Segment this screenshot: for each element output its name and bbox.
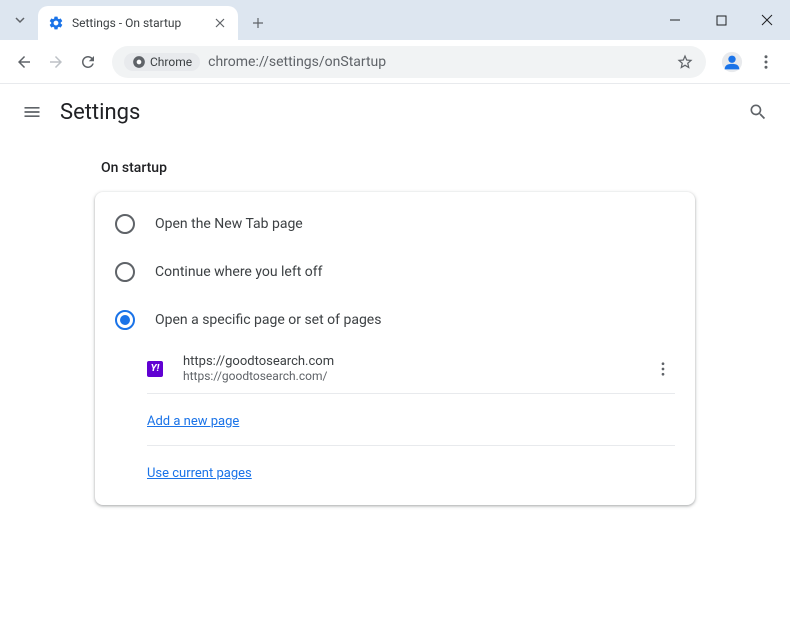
title-bar: Settings - On startup [0, 0, 790, 40]
tab-close-button[interactable] [212, 15, 228, 31]
forward-button[interactable] [40, 46, 72, 78]
reload-button[interactable] [72, 46, 104, 78]
tab-search-dropdown[interactable] [8, 8, 32, 32]
radio-checked[interactable] [115, 310, 135, 330]
option-specific-pages[interactable]: Open a specific page or set of pages [95, 296, 695, 344]
arrow-left-icon [15, 53, 33, 71]
page-title-text: https://goodtosearch.com [183, 354, 651, 369]
url-text: chrome://settings/onStartup [208, 54, 386, 70]
new-tab-button[interactable] [244, 9, 272, 37]
vertical-dots-icon [654, 360, 672, 378]
add-page-link[interactable]: Add a new page [147, 414, 239, 429]
arrow-right-icon [47, 53, 65, 71]
minimize-button[interactable] [652, 0, 698, 40]
chrome-chip: Chrome [124, 53, 200, 71]
address-bar[interactable]: Chrome chrome://settings/onStartup [112, 46, 706, 78]
radio-unchecked[interactable] [115, 214, 135, 234]
add-page-row[interactable]: Add a new page [95, 394, 695, 445]
profile-icon [721, 51, 743, 73]
radio-unchecked[interactable] [115, 262, 135, 282]
settings-container: On startup Open the New Tab page Continu… [95, 160, 695, 505]
page-url-text: https://goodtosearch.com/ [183, 369, 651, 383]
option-new-tab[interactable]: Open the New Tab page [95, 200, 695, 248]
back-button[interactable] [8, 46, 40, 78]
close-window-button[interactable] [744, 0, 790, 40]
window-controls [652, 0, 790, 40]
content-area: Settings On startup Open the New Tab pag… [0, 84, 790, 505]
hamburger-icon [22, 102, 42, 122]
browser-tab[interactable]: Settings - On startup [38, 6, 238, 40]
page-info: https://goodtosearch.com https://goodtos… [183, 354, 651, 383]
startup-page-row: Y! https://goodtosearch.com https://good… [95, 344, 695, 393]
profile-button[interactable] [718, 48, 746, 76]
search-settings-button[interactable] [746, 100, 770, 124]
chevron-down-icon [14, 14, 26, 26]
maximize-icon [716, 15, 727, 26]
startup-card: Open the New Tab page Continue where you… [95, 192, 695, 505]
minimize-icon [669, 14, 681, 26]
option-continue[interactable]: Continue where you left off [95, 248, 695, 296]
option-label: Open a specific page or set of pages [155, 312, 381, 328]
bookmark-star-icon[interactable] [676, 53, 694, 71]
plus-icon [252, 17, 264, 29]
use-current-row[interactable]: Use current pages [95, 446, 695, 497]
search-icon [748, 102, 768, 122]
option-label: Open the New Tab page [155, 216, 303, 232]
tab-title: Settings - On startup [72, 16, 212, 30]
page-more-button[interactable] [651, 357, 675, 381]
settings-gear-icon [48, 15, 64, 31]
settings-header: Settings [0, 84, 790, 140]
settings-main: On startup Open the New Tab page Continu… [0, 140, 790, 505]
hamburger-menu-button[interactable] [20, 100, 44, 124]
use-current-link[interactable]: Use current pages [147, 466, 252, 481]
page-favicon-icon: Y! [147, 361, 163, 377]
chrome-chip-text: Chrome [150, 55, 192, 69]
chrome-logo-icon [132, 55, 146, 69]
close-icon [761, 14, 773, 26]
vertical-dots-icon [757, 53, 775, 71]
close-icon [215, 18, 225, 28]
maximize-button[interactable] [698, 0, 744, 40]
chrome-menu-button[interactable] [750, 46, 782, 78]
reload-icon [79, 53, 97, 71]
section-title: On startup [95, 160, 695, 176]
browser-toolbar: Chrome chrome://settings/onStartup [0, 40, 790, 84]
page-title: Settings [60, 100, 140, 125]
option-label: Continue where you left off [155, 264, 323, 280]
